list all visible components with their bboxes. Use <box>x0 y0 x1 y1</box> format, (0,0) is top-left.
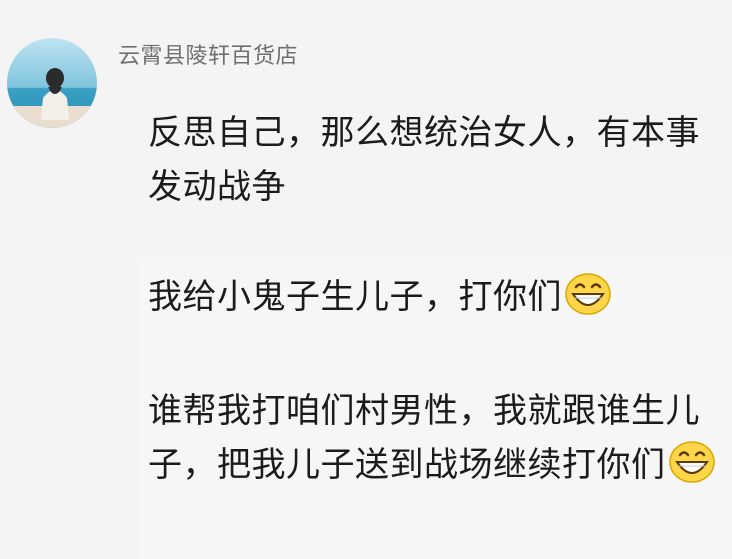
comment-paragraph-2: 我给小鬼子生儿子，打你们 <box>148 270 723 332</box>
comment-paragraph-3: 谁帮我打咱们村男性，我就跟谁生儿子，把我儿子送到战场继续打你们 <box>148 384 723 500</box>
username[interactable]: 云霄县陵轩百货店 <box>118 38 298 70</box>
comment-text-1: 反思自己，那么想统治女人，有本事发动战争 <box>148 113 700 207</box>
comment-card: 云霄县陵轩百货店 反思自己，那么想统治女人，有本事发动战争 我给小鬼子生儿子，打… <box>0 0 732 559</box>
woman-at-beach-avatar-icon <box>7 38 97 128</box>
grinning-face-icon <box>564 272 612 332</box>
comment-text-3: 谁帮我打咱们村男性，我就跟谁生儿子，把我儿子送到战场继续打你们 <box>148 391 700 485</box>
avatar[interactable] <box>7 38 97 128</box>
comment-text-2: 我给小鬼子生儿子，打你们 <box>148 277 562 317</box>
grinning-face-icon <box>668 440 716 500</box>
comment-paragraph-1: 反思自己，那么想统治女人，有本事发动战争 <box>148 106 723 214</box>
